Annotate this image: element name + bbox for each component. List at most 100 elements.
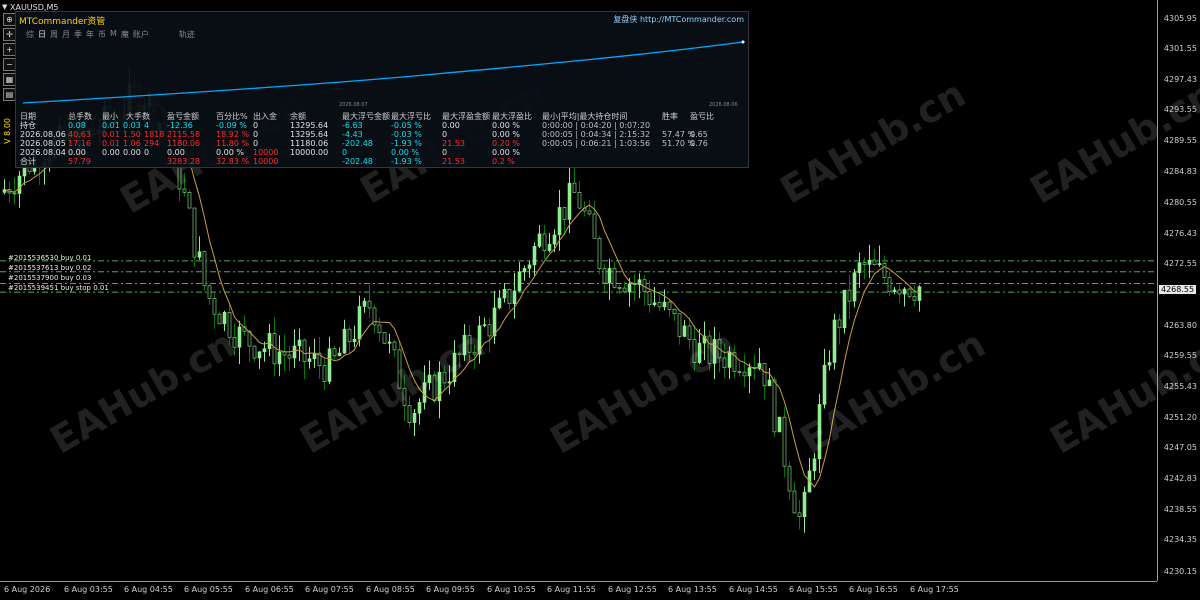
candle-body <box>622 287 627 293</box>
time-tick-label: 6 Aug 17:55 <box>910 585 959 594</box>
table-cell: -1.93 % <box>391 157 422 166</box>
table-cell: 0.2 % <box>492 157 515 166</box>
time-tick-label: 6 Aug 03:55 <box>64 585 113 594</box>
table-cell: 0.00 % <box>492 121 520 130</box>
brand-url[interactable]: http://MTCommander.com <box>640 15 744 24</box>
candle-body <box>662 301 667 308</box>
order-label[interactable]: #2015539451 buy stop 0.01 <box>8 284 109 292</box>
table-cell: 0 <box>144 148 150 157</box>
price-tick-label: 4251.20 <box>1163 413 1197 422</box>
order-label[interactable]: #2015537613 buy 0.02 <box>8 264 91 272</box>
candle-body <box>652 302 657 306</box>
price-tick-label: 4259.55 <box>1163 351 1197 360</box>
candle-body <box>647 291 652 306</box>
time-tick-label: 6 Aug 06:55 <box>245 585 294 594</box>
table-cell: 0.00 % <box>492 148 520 157</box>
candle-body <box>787 465 792 492</box>
candle-body <box>287 354 292 359</box>
panel-brand[interactable]: 复盘侠 http://MTCommander.com <box>613 14 744 25</box>
table-cell: -1.93 % <box>391 139 422 148</box>
table-row: 持仓 0.08 0.01 0.03 4 -12.36 -0.09 % 0 13295.64 -6.… <box>20 121 740 130</box>
table-cell: 0 <box>253 121 259 130</box>
candle-body <box>897 289 902 295</box>
table-cell: 13295.64 <box>290 130 329 139</box>
table-cell: 0.00 <box>68 148 86 157</box>
candle-body <box>527 264 532 269</box>
table-header: 最大浮盈比 <box>492 112 532 121</box>
candle-body <box>537 233 542 247</box>
candle-body <box>507 289 512 304</box>
candle-body <box>777 416 782 433</box>
table-cell: 4 <box>144 121 150 130</box>
symbol-dropdown-icon[interactable]: ▼ <box>2 3 7 11</box>
table-cell: 2026.08.05 <box>20 139 66 148</box>
table-cell: 32.83 % <box>216 157 250 166</box>
candle-body <box>767 379 772 387</box>
candle-body <box>877 263 882 266</box>
table-header: 百分比% <box>216 112 248 121</box>
table-row: 2026.08.05 17.16 0.01 1.06 294 1180.06 11.80 %… <box>20 139 740 148</box>
table-cell: 0.76 <box>690 139 708 148</box>
table-cell: -0.05 % <box>391 121 422 130</box>
candle-body <box>552 234 557 245</box>
time-tick-label: 6 Aug 11:55 <box>547 585 596 594</box>
candle-body <box>377 324 382 333</box>
table-cell: -0.09 % <box>216 121 247 130</box>
candle-body <box>367 300 372 309</box>
mini-date-label: 2026.08.06 <box>709 102 738 108</box>
candle-body <box>342 328 347 354</box>
table-cell: 0 <box>442 130 448 139</box>
candle-body <box>682 325 687 337</box>
candle-body <box>592 213 597 239</box>
mtcommander-panel[interactable]: MTCommander资管 复盘侠 http://MTCommander.com… <box>15 11 749 168</box>
candle-body <box>762 363 767 387</box>
table-cell: 0 <box>342 148 348 157</box>
candle-body <box>17 175 22 194</box>
candle-body <box>747 367 752 377</box>
order-label[interactable]: #2015537900 buy 0.03 <box>8 274 91 282</box>
table-cell: 3283.28 <box>167 157 201 166</box>
candle-body <box>847 289 852 302</box>
mini-date-label: 2026.08.07 <box>339 102 368 108</box>
candle-body <box>192 207 197 258</box>
table-cell: 21.53 <box>442 157 465 166</box>
candle-body <box>482 324 487 327</box>
table-cell: 合计 <box>20 157 36 166</box>
candle-body <box>577 192 582 209</box>
candle-body <box>572 182 577 193</box>
table-cell: 1.06 <box>123 139 141 148</box>
candle-body <box>912 295 917 301</box>
candle-body <box>202 251 207 287</box>
table-cell: 17.16 <box>68 139 91 148</box>
table-cell: 10000.00 <box>290 148 329 157</box>
price-tick-label: 4305.95 <box>1163 14 1197 23</box>
table-header: 最大浮亏比 <box>391 112 431 121</box>
candle-body <box>857 262 862 274</box>
candle-body <box>257 351 262 359</box>
table-row: 2026.08.06 40.63 0.01 1.50 1818 2115.58 18.92 … <box>20 130 740 139</box>
time-tick-label: 6 Aug 04:55 <box>124 585 173 594</box>
candle-body <box>392 341 397 351</box>
table-cell: 0.00 % <box>391 148 419 157</box>
time-axis[interactable]: 6 Aug 2026 6 Aug 03:55 6 Aug 04:55 6 Aug 05… <box>0 581 1157 600</box>
candle-body <box>277 351 282 365</box>
candle-body <box>797 512 802 518</box>
candle-body <box>617 286 622 289</box>
order-label[interactable]: #2015536530 buy 0.01 <box>8 254 91 262</box>
price-tick-label: 4238.55 <box>1163 505 1197 514</box>
candle-body <box>347 328 352 343</box>
stats-table: 日期 总手数 最小 大手数 盈亏金额 百分比% 出入金 余额 最大浮亏金额 最大浮亏比 最大浮盈金额… <box>20 112 740 166</box>
candle-body <box>742 371 747 377</box>
candle-body <box>222 312 227 325</box>
table-cell: 0.01 <box>102 139 120 148</box>
time-tick-label: 6 Aug 14:55 <box>729 585 778 594</box>
table-header: 最大浮亏金额 <box>342 112 390 121</box>
candle-body <box>852 272 857 302</box>
candle-body <box>862 262 867 265</box>
table-cell: 0.08 <box>68 121 86 130</box>
candle-body <box>612 268 617 288</box>
candle-body <box>227 312 232 338</box>
table-cell: 0.00 % <box>492 130 520 139</box>
candle-body <box>267 333 272 349</box>
candle-body <box>412 412 417 423</box>
